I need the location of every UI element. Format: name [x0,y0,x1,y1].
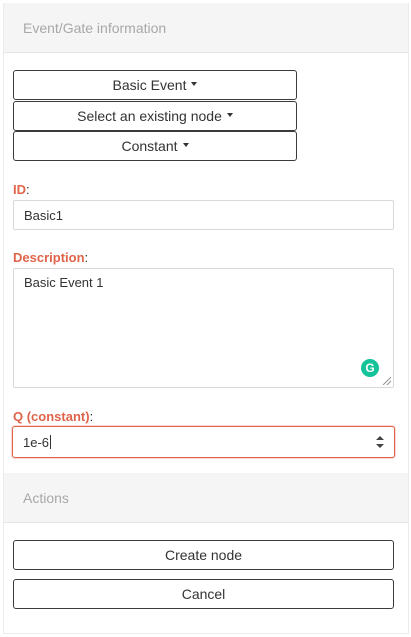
description-value: Basic Event 1 [24,275,104,290]
number-spinner[interactable] [376,436,384,448]
distribution-label: Constant [121,138,178,154]
q-label: Q (constant): [13,409,93,424]
id-input[interactable]: Basic1 [13,200,394,230]
node-type-dropdown[interactable]: Basic Event [13,70,297,100]
id-label: ID: [13,182,30,197]
cancel-button[interactable]: Cancel [13,579,394,609]
id-label-text: ID [13,182,26,197]
event-gate-panel: Event/Gate information Basic Event Selec… [3,3,409,634]
create-node-label: Create node [164,547,243,563]
actions-title: Actions [23,489,69,506]
resize-handle-icon[interactable] [383,377,391,385]
id-value: Basic1 [24,207,64,223]
node-type-label: Basic Event [112,77,187,93]
spinner-up-icon[interactable] [376,436,384,440]
caret-down-icon [226,113,233,117]
q-value: 1e-6 [23,434,50,450]
description-textarea[interactable]: Basic Event 1 G [13,268,394,388]
q-label-colon: : [89,409,94,424]
spinner-down-icon[interactable] [376,444,384,448]
panel-title: Event/Gate information [23,19,167,36]
description-label-text: Description [13,250,85,265]
description-label: Description: [13,250,88,265]
cancel-label: Cancel [181,586,226,602]
actions-header: Actions [4,473,408,523]
caret-down-icon [182,143,189,147]
grammarly-icon[interactable]: G [361,359,379,377]
distribution-dropdown[interactable]: Constant [13,131,297,161]
caret-down-icon [191,82,198,86]
description-label-colon: : [84,250,89,265]
id-label-colon: : [26,182,30,197]
existing-node-label: Select an existing node [77,108,222,124]
q-number-input[interactable]: 1e-6 [12,426,395,458]
panel-header: Event/Gate information [4,3,408,53]
q-label-text: Q (constant) [13,409,90,424]
existing-node-dropdown[interactable]: Select an existing node [13,101,297,131]
create-node-button[interactable]: Create node [13,540,394,570]
text-cursor [50,435,52,449]
